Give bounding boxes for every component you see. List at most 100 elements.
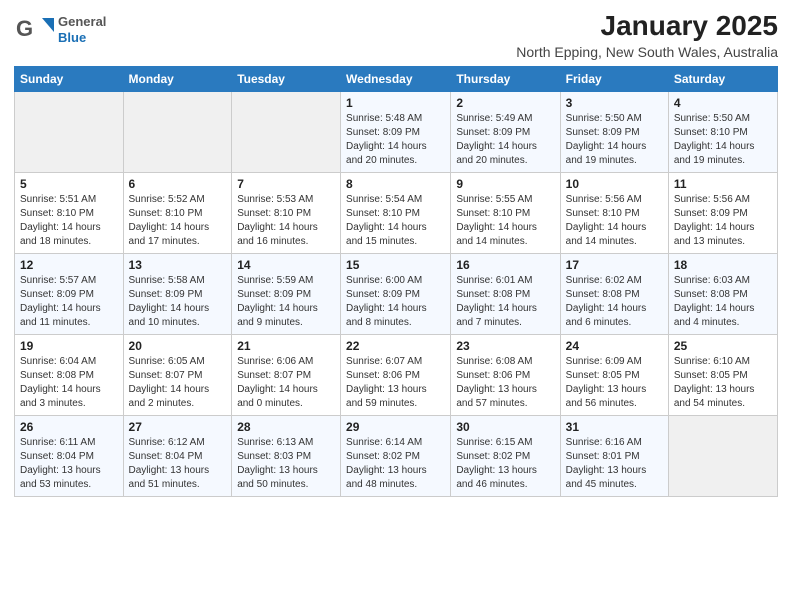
day-number: 27 — [129, 420, 227, 434]
day-number: 22 — [346, 339, 445, 353]
day-info: Sunrise: 6:00 AM Sunset: 8:09 PM Dayligh… — [346, 274, 445, 330]
day-number: 6 — [129, 177, 227, 191]
col-thursday: Thursday — [451, 67, 560, 92]
day-number: 2 — [456, 96, 554, 110]
day-info: Sunrise: 6:02 AM Sunset: 8:08 PM Dayligh… — [566, 274, 663, 330]
day-info: Sunrise: 5:53 AM Sunset: 8:10 PM Dayligh… — [237, 193, 335, 249]
day-number: 9 — [456, 177, 554, 191]
table-row: 16 Sunrise: 6:01 AM Sunset: 8:08 PM Dayli… — [451, 254, 560, 335]
day-number: 14 — [237, 258, 335, 272]
table-row: 9 Sunrise: 5:55 AM Sunset: 8:10 PM Daylig… — [451, 173, 560, 254]
day-number: 25 — [674, 339, 772, 353]
table-row: 13Sunrise: 5:58 AM Sunset: 8:09 PM Dayli… — [123, 254, 232, 335]
table-row: 3Sunrise: 5:50 AM Sunset: 8:09 PM Daylig… — [560, 92, 668, 173]
table-row — [123, 92, 232, 173]
table-row: 1Sunrise: 5:48 AM Sunset: 8:09 PM Daylig… — [341, 92, 451, 173]
col-saturday: Saturday — [668, 67, 777, 92]
day-info: Sunrise: 6:08 AM Sunset: 8:06 PM Dayligh… — [456, 355, 554, 411]
svg-text:G: G — [16, 16, 33, 41]
table-row: 20Sunrise: 6:05 AM Sunset: 8:07 PM Dayli… — [123, 335, 232, 416]
table-row: 14 Sunrise: 5:59 AM Sunset: 8:09 PM Dayli… — [232, 254, 341, 335]
day-info: Sunrise: 5:56 AM Sunset: 8:10 PM Dayligh… — [566, 193, 663, 249]
day-number: 31 — [566, 420, 663, 434]
day-number: 1 — [346, 96, 445, 110]
day-number: 7 — [237, 177, 335, 191]
table-row: 6 Sunrise: 5:52 AM Sunset: 8:10 PM Daylig… — [123, 173, 232, 254]
day-number: 23 — [456, 339, 554, 353]
day-number: 30 — [456, 420, 554, 434]
table-row: 28Sunrise: 6:13 AM Sunset: 8:03 PM Dayli… — [232, 416, 341, 497]
day-info: Sunrise: 5:57 AM Sunset: 8:09 PM Dayligh… — [20, 274, 118, 330]
col-tuesday: Tuesday — [232, 67, 341, 92]
table-row: 24 Sunrise: 6:09 AM Sunset: 8:05 PM Dayli… — [560, 335, 668, 416]
day-number: 4 — [674, 96, 772, 110]
day-info: Sunrise: 5:52 AM Sunset: 8:10 PM Dayligh… — [129, 193, 227, 249]
table-row: 29 Sunrise: 6:14 AM Sunset: 8:02 PM Dayli… — [341, 416, 451, 497]
day-info: Sunrise: 5:59 AM Sunset: 8:09 PM Dayligh… — [237, 274, 335, 330]
day-number: 26 — [20, 420, 118, 434]
col-monday: Monday — [123, 67, 232, 92]
table-row: 19 Sunrise: 6:04 AM Sunset: 8:08 PM Dayli… — [15, 335, 124, 416]
day-number: 18 — [674, 258, 772, 272]
table-row: 10 Sunrise: 5:56 AM Sunset: 8:10 PM Dayli… — [560, 173, 668, 254]
table-row: 17 Sunrise: 6:02 AM Sunset: 8:08 PM Dayli… — [560, 254, 668, 335]
table-row: 23 Sunrise: 6:08 AM Sunset: 8:06 PM Dayli… — [451, 335, 560, 416]
table-row — [668, 416, 777, 497]
logo: G General Blue — [14, 10, 106, 50]
day-number: 20 — [129, 339, 227, 353]
day-info: Sunrise: 6:07 AM Sunset: 8:06 PM Dayligh… — [346, 355, 445, 411]
table-row: 22 Sunrise: 6:07 AM Sunset: 8:06 PM Dayli… — [341, 335, 451, 416]
day-number: 21 — [237, 339, 335, 353]
table-row: 8 Sunrise: 5:54 AM Sunset: 8:10 PM Daylig… — [341, 173, 451, 254]
day-info: Sunrise: 5:55 AM Sunset: 8:10 PM Dayligh… — [456, 193, 554, 249]
table-row: 18 Sunrise: 6:03 AM Sunset: 8:08 PM Dayli… — [668, 254, 777, 335]
day-number: 24 — [566, 339, 663, 353]
day-info: Sunrise: 6:06 AM Sunset: 8:07 PM Dayligh… — [237, 355, 335, 411]
table-row: 7 Sunrise: 5:53 AM Sunset: 8:10 PM Daylig… — [232, 173, 341, 254]
month-title: January 2025 — [516, 10, 778, 42]
day-info: Sunrise: 5:56 AM Sunset: 8:09 PM Dayligh… — [674, 193, 772, 249]
day-info: Sunrise: 6:14 AM Sunset: 8:02 PM Dayligh… — [346, 436, 445, 492]
day-info: Sunrise: 6:11 AM Sunset: 8:04 PM Dayligh… — [20, 436, 118, 492]
day-info: Sunrise: 6:03 AM Sunset: 8:08 PM Dayligh… — [674, 274, 772, 330]
table-row: 31 Sunrise: 6:16 AM Sunset: 8:01 PM Dayli… — [560, 416, 668, 497]
day-info: Sunrise: 6:04 AM Sunset: 8:08 PM Dayligh… — [20, 355, 118, 411]
logo-general-text: General — [58, 14, 106, 30]
table-row — [15, 92, 124, 173]
day-number: 5 — [20, 177, 118, 191]
table-row: 21 Sunrise: 6:06 AM Sunset: 8:07 PM Dayli… — [232, 335, 341, 416]
calendar-table: Sunday Monday Tuesday Wednesday Thursday… — [14, 66, 778, 497]
day-number: 16 — [456, 258, 554, 272]
col-sunday: Sunday — [15, 67, 124, 92]
day-number: 12 — [20, 258, 118, 272]
table-row: 30Sunrise: 6:15 AM Sunset: 8:02 PM Dayli… — [451, 416, 560, 497]
logo-blue-text: Blue — [58, 30, 106, 46]
table-row: 5 Sunrise: 5:51 AM Sunset: 8:10 PM Daylig… — [15, 173, 124, 254]
table-row: 26 Sunrise: 6:11 AM Sunset: 8:04 PM Dayli… — [15, 416, 124, 497]
day-info: Sunrise: 5:54 AM Sunset: 8:10 PM Dayligh… — [346, 193, 445, 249]
table-row: 4Sunrise: 5:50 AM Sunset: 8:10 PM Daylig… — [668, 92, 777, 173]
col-friday: Friday — [560, 67, 668, 92]
table-row: 15 Sunrise: 6:00 AM Sunset: 8:09 PM Dayli… — [341, 254, 451, 335]
day-number: 19 — [20, 339, 118, 353]
day-number: 15 — [346, 258, 445, 272]
day-number: 17 — [566, 258, 663, 272]
day-info: Sunrise: 6:10 AM Sunset: 8:05 PM Dayligh… — [674, 355, 772, 411]
table-row: 27 Sunrise: 6:12 AM Sunset: 8:04 PM Dayli… — [123, 416, 232, 497]
day-number: 29 — [346, 420, 445, 434]
day-number: 3 — [566, 96, 663, 110]
day-number: 13 — [129, 258, 227, 272]
day-info: Sunrise: 6:09 AM Sunset: 8:05 PM Dayligh… — [566, 355, 663, 411]
day-number: 10 — [566, 177, 663, 191]
table-row: 11 Sunrise: 5:56 AM Sunset: 8:09 PM Dayli… — [668, 173, 777, 254]
day-number: 28 — [237, 420, 335, 434]
day-info: Sunrise: 5:51 AM Sunset: 8:10 PM Dayligh… — [20, 193, 118, 249]
day-number: 11 — [674, 177, 772, 191]
day-info: Sunrise: 6:16 AM Sunset: 8:01 PM Dayligh… — [566, 436, 663, 492]
day-info: Sunrise: 6:01 AM Sunset: 8:08 PM Dayligh… — [456, 274, 554, 330]
day-info: Sunrise: 6:12 AM Sunset: 8:04 PM Dayligh… — [129, 436, 227, 492]
day-number: 8 — [346, 177, 445, 191]
table-row: 2 Sunrise: 5:49 AM Sunset: 8:09 PM Daylig… — [451, 92, 560, 173]
day-info: Sunrise: 5:49 AM Sunset: 8:09 PM Dayligh… — [456, 112, 554, 168]
col-wednesday: Wednesday — [341, 67, 451, 92]
